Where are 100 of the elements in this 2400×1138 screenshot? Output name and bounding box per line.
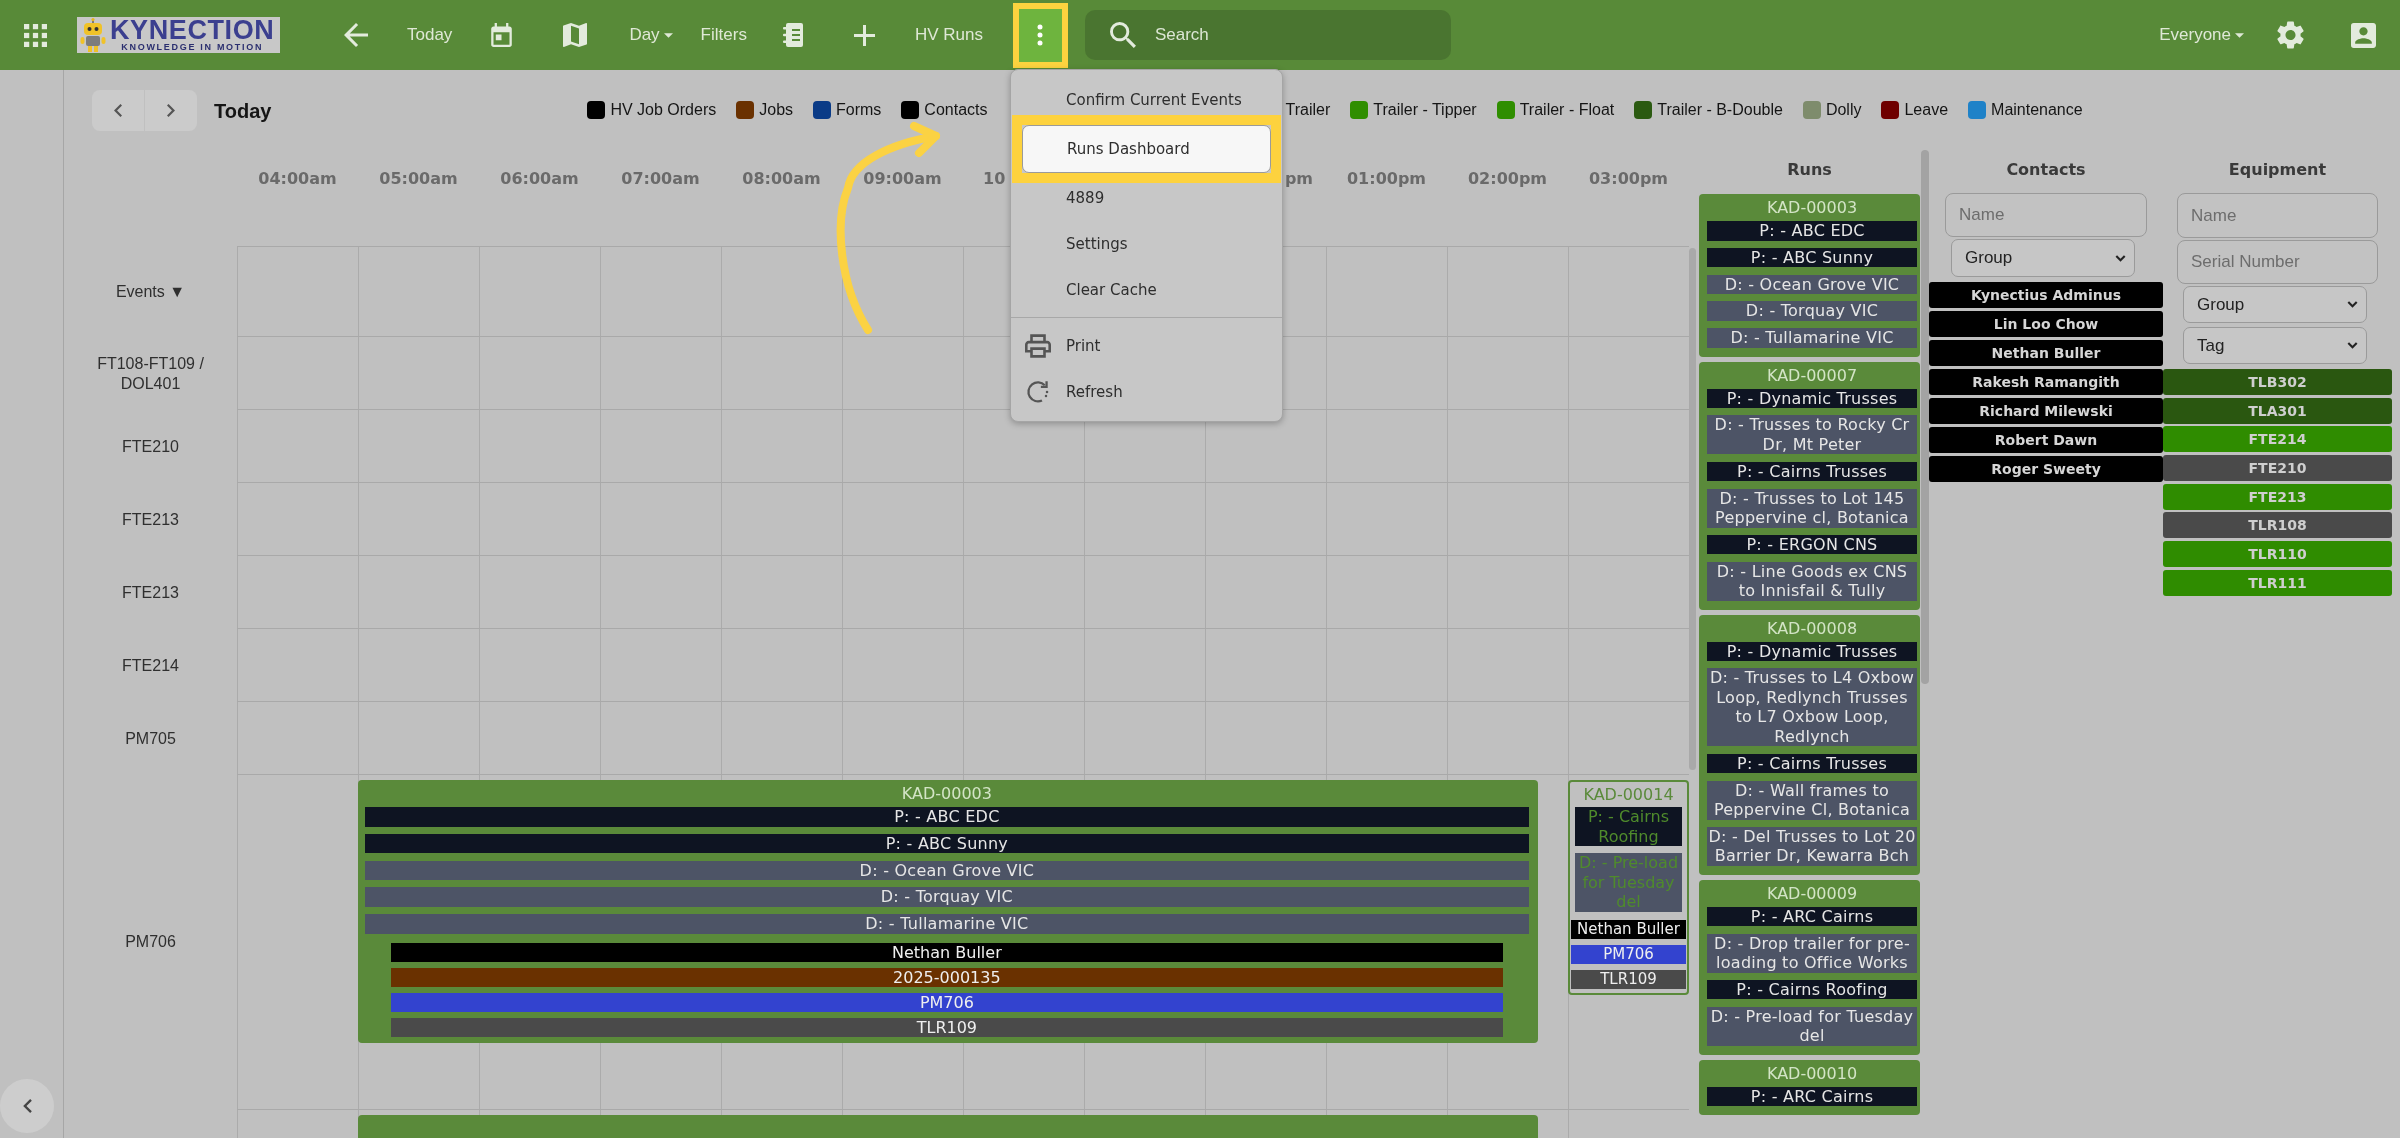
run-stop: P: - Cairns Trusses (1707, 461, 1917, 482)
calendar-button[interactable] (491, 23, 513, 47)
search-input[interactable]: Search (1154, 23, 1435, 47)
arrow-left-icon (344, 23, 368, 47)
run-stop: D: - Wall frames to Peppervine Cl, Botanica (1707, 780, 1917, 820)
menu-item[interactable]: Settings (1011, 229, 1282, 259)
run-stop: D: - Trusses to Lot 145 Peppervine cl, Botanica (1707, 488, 1917, 528)
legend-label: Dolly (1825, 100, 1862, 119)
time-label: 01:00pm (1346, 169, 1427, 188)
run-stop: D: - Del Trusses to Lot 20 Barrier Dr, Kewarra Bch (1707, 826, 1917, 866)
name-field[interactable]: Name (1945, 193, 2147, 237)
back-button[interactable] (344, 23, 368, 47)
contact-item[interactable]: Roger Sweety (1929, 456, 2163, 482)
run-stop: P: - Cairns Trusses (1707, 753, 1917, 774)
chevron-down-icon (2347, 342, 2358, 349)
resource-tag: 2025-000135 (390, 967, 1504, 987)
legend-label: Trailer - Float (1519, 100, 1615, 119)
menu-item[interactable]: Refresh (1011, 377, 1282, 407)
time-label: pm (1284, 169, 1313, 188)
resource-label: Events ▼ (115, 281, 186, 302)
run-id: KAD-00003 (1765, 197, 1859, 219)
run-card[interactable]: KAD-00003 P: - ABC EDC P: - ABC Sunny D: - Ocean Grove VIC D: - Torquay VIC D: - Tullamarine VIC (1699, 194, 1920, 357)
run-card[interactable]: KAD-00007 P: - Dynamic Trusses D: - Trusses to Rocky Cr Dr, Mt Peter P: - Cairns Trusses D: - Trusses to Lot 145 Peppervine cl, Botanica P: - ERGON CNS D: - Line Goods ex CNS to Innisfail & Tully (1699, 361, 1920, 610)
run-card[interactable]: KAD-00009 P: - ARC Cairns D: - Drop trailer for pre-loading to Office Works P: - Cairns Roofing D: - Pre-load for Tuesday del (1699, 879, 1920, 1055)
panel-title: Equipment (2228, 159, 2327, 181)
more-icon (1037, 24, 1044, 46)
run-stop: P: - ABC Sunny (1707, 247, 1917, 268)
add-button[interactable] (853, 24, 875, 46)
more-button[interactable] (1018, 8, 1062, 62)
resource-label: FTE213 (122, 582, 179, 603)
resource-tag: PM706 (1571, 944, 1686, 964)
resource-label: PM706 (125, 932, 176, 953)
menu-item[interactable]: Print (1011, 331, 1282, 361)
resource-tag: Nethan Buller (1571, 919, 1686, 939)
run-card[interactable]: KAD-00010 P: - ARC Cairns (1699, 1059, 1920, 1116)
run-stop: P: - ERGON CNS (1707, 534, 1917, 555)
legend-label: Trailer - B-Double (1657, 100, 1783, 119)
time-label: 04:00am (258, 169, 337, 188)
group-select[interactable]: Group (1951, 239, 2135, 277)
menu-item[interactable]: Runs Dashboard (1022, 125, 1271, 173)
run-stop: P: - Cairns Roofing (1575, 807, 1682, 846)
apps-grid-icon (24, 23, 47, 47)
run-stop: D: - Trusses to Rocky Cr Dr, Mt Peter (1707, 415, 1917, 455)
legend-label: Contacts (924, 100, 988, 119)
contact-item[interactable]: Lin Loo Chow (1929, 311, 2163, 337)
menu-item[interactable]: Clear Cache (1011, 275, 1282, 305)
resource-tag: TLR109 (1571, 969, 1686, 989)
map-icon (563, 23, 588, 47)
menu-item[interactable]: Confirm Current Events (1011, 85, 1282, 115)
contact-item[interactable]: Rakesh Ramangith (1929, 369, 2163, 395)
logo-wordmark: KYNECTION (110, 17, 275, 42)
scrollbar-thumb[interactable] (1921, 150, 1929, 684)
run-block[interactable]: KAD-00003 P: - ABC EDC P: - ABC Sunny D: - Ocean Grove VIC D: - Torquay VIC D: - Tullamarine VIC Nethan Buller 2025-000135 PM706 TLR109 (358, 780, 1538, 1043)
chevron-down-icon (2115, 254, 2126, 262)
run-card[interactable] (1699, 614, 1920, 875)
account-button[interactable] (2351, 22, 2376, 48)
serial-number-field[interactable]: Serial Number (2177, 240, 2378, 284)
group-select[interactable]: Group (2183, 286, 2367, 323)
chevron-down-icon (2347, 301, 2358, 308)
equipment-item[interactable]: TLR108 (2163, 512, 2392, 539)
run-stop: D: - Trusses to L4 Oxbow Loop, Redlynch Trusses to L7 Oxbow Loop, Redlynch (1707, 668, 1917, 747)
notebook-button[interactable] (782, 23, 803, 47)
equipment-item[interactable]: TLB302 (2163, 369, 2392, 395)
contact-item[interactable]: Richard Milewski (1929, 398, 2163, 424)
tag-select[interactable]: Tag (2183, 327, 2367, 364)
resource-label: FTE210 (122, 436, 179, 457)
run-stop: D: - Torquay VIC (1707, 301, 1917, 321)
time-label: 10 (983, 169, 1006, 188)
search-field[interactable]: Search (1084, 10, 1451, 60)
run-id: KAD-00007 (1765, 364, 1859, 387)
time-label: 05:00am (379, 169, 458, 188)
run-stop: P: - ARC Cairns (1707, 1086, 1917, 1107)
run-stop: D: - Line Goods ex CNS to Innisfail & Tully (1707, 561, 1917, 601)
settings-button[interactable] (2277, 21, 2304, 49)
equipment-item[interactable]: TLA301 (2163, 397, 2392, 424)
run-id: KAD-00008 (1765, 617, 1859, 640)
run-stop: P: - ABC EDC (365, 807, 1529, 827)
run-stop: D: - Ocean Grove VIC (365, 860, 1529, 881)
run-block[interactable]: KAD-00014 P: - Cairns Roofing D: - Pre-load for Tuesday del Nethan Buller PM706 TLR109 (1568, 780, 1689, 995)
run-stop: D: - Tullamarine VIC (365, 914, 1529, 934)
name-field[interactable]: Name (2177, 193, 2378, 238)
run-id: KAD-00009 (1765, 882, 1859, 905)
time-label: 08:00am (742, 169, 821, 188)
map-button[interactable] (563, 23, 588, 47)
legend-label: Forms (836, 100, 882, 119)
run-block[interactable] (358, 1114, 1538, 1138)
printer-icon (1025, 334, 1051, 358)
menu-item[interactable]: 4889 (1011, 183, 1282, 213)
run-stop: D: - Torquay VIC (365, 887, 1529, 907)
account-icon (2351, 22, 2376, 48)
equipment-item[interactable]: FTE210 (2163, 455, 2392, 482)
contact-item[interactable]: Robert Dawn (1929, 427, 2163, 453)
refresh-icon (1025, 380, 1051, 404)
time-label: 07:00am (621, 169, 700, 188)
contact-item[interactable]: Nethan Buller (1929, 340, 2163, 366)
apps-button[interactable] (24, 23, 47, 47)
run-id: KAD-00014 (1582, 784, 1675, 806)
legend-label: Maintenance (1991, 100, 2083, 119)
contact-item[interactable]: Kynectius Adminus (1929, 282, 2163, 308)
chevron-left-icon (114, 104, 122, 117)
